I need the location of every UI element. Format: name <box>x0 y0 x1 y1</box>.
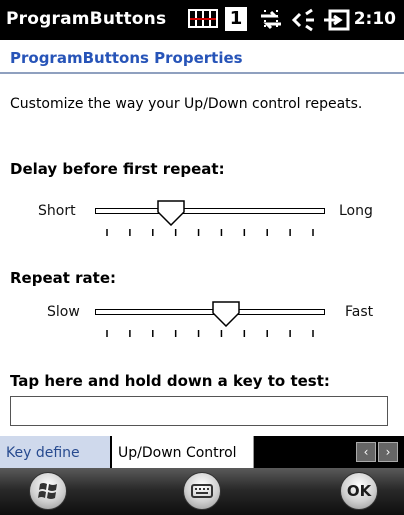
repeat-rate-slider-thumb[interactable] <box>212 301 240 327</box>
windows-logo-icon <box>38 483 57 499</box>
volume-icon[interactable] <box>290 8 318 32</box>
tab-scroll-left-icon[interactable]: ‹ <box>356 442 376 462</box>
app-title[interactable]: ProgramButtons <box>6 9 166 29</box>
keyboard-icon <box>191 484 213 498</box>
ok-label: OK <box>346 482 372 500</box>
delay-section-title: Delay before first repeat: <box>10 160 225 178</box>
delay-min-label: Short <box>38 203 76 219</box>
repeat-rate-slider-track[interactable] <box>95 309 325 315</box>
repeat-rate-min-label: Slow <box>47 304 80 320</box>
delay-slider-ticks <box>106 229 314 236</box>
delay-max-label: Long <box>339 203 373 219</box>
badge-count: 1 <box>229 8 243 29</box>
tab-bar: Key define Up/Down Control ‹ › <box>0 436 404 468</box>
status-bar: ProgramButtons 1 2:10 <box>0 0 404 40</box>
repeat-rate-slider-ticks <box>106 330 314 337</box>
repeat-rate-max-label: Fast <box>345 304 374 320</box>
page-title: ProgramButtons Properties <box>0 40 404 74</box>
input-method-icon[interactable] <box>188 8 218 30</box>
ok-button[interactable]: OK <box>340 472 378 510</box>
tab-up-down-control[interactable]: Up/Down Control <box>112 436 254 468</box>
test-input-field[interactable] <box>10 396 388 426</box>
battery-icon[interactable] <box>322 8 350 32</box>
delay-slider-thumb[interactable] <box>157 200 185 226</box>
keyboard-button[interactable] <box>183 472 221 510</box>
softkey-bar: OK <box>0 468 404 515</box>
start-button[interactable] <box>29 472 67 510</box>
notification-badge[interactable]: 1 <box>225 7 247 31</box>
clock[interactable]: 2:10 <box>354 9 396 29</box>
repeat-rate-slider[interactable] <box>95 299 325 339</box>
tab-key-define[interactable]: Key define <box>0 436 110 468</box>
test-area-title: Tap here and hold down a key to test: <box>10 372 330 390</box>
delay-slider[interactable] <box>95 198 325 238</box>
repeat-rate-section-title: Repeat rate: <box>10 269 117 287</box>
tab-scroll-right-icon[interactable]: › <box>378 442 398 462</box>
delay-slider-track[interactable] <box>95 208 325 214</box>
page-description: Customize the way your Up/Down control r… <box>10 96 363 112</box>
connectivity-icon[interactable] <box>257 8 285 32</box>
